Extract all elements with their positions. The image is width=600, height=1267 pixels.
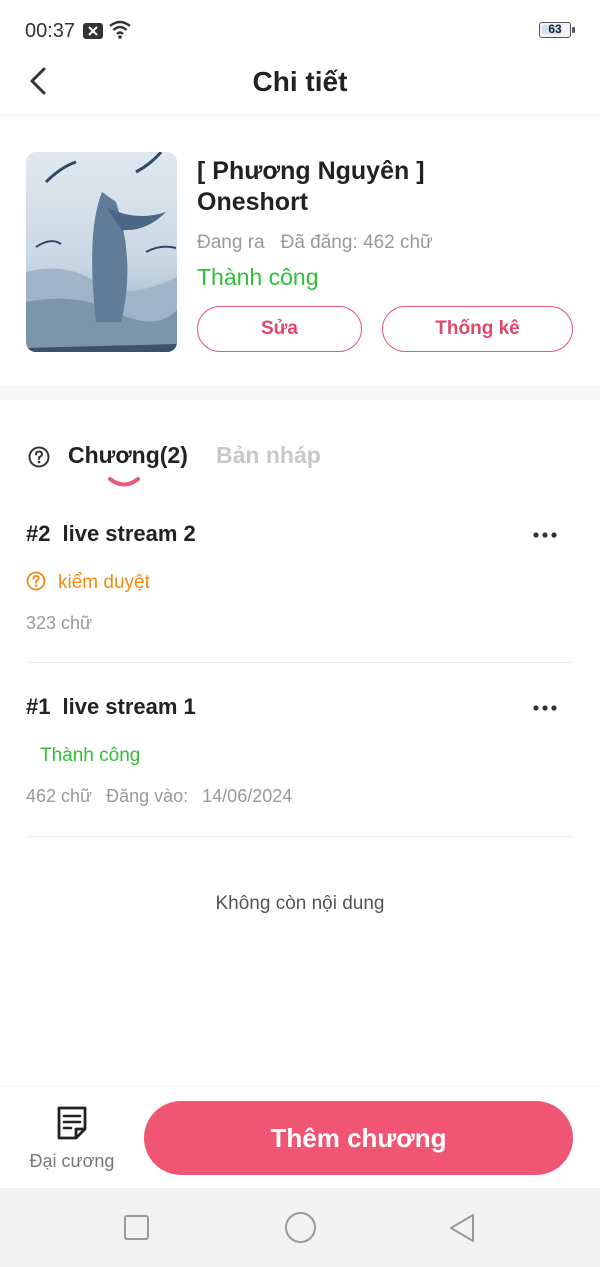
chapter-name: live stream 1 [62,694,196,719]
more-dots-icon [533,705,557,711]
wifi-icon [108,19,132,44]
book-state: Đang ra [197,232,265,253]
book-title-line2: Oneshort [197,188,309,216]
note-document-icon [57,1106,87,1140]
nav-home-icon[interactable] [285,1212,316,1243]
section-divider [0,386,600,400]
battery-level: 63 [548,22,562,36]
book-status: Thành công [197,264,319,290]
chapter-meta: 462 chữ Đăng vào: 14/06/2024 [26,786,292,807]
chapter-more-button[interactable] [528,696,562,720]
more-dots-icon [533,532,557,538]
book-posted-words: Đã đăng: 462 chữ [280,232,433,253]
chapter-status-label: kiểm duyệt [58,572,150,593]
chapter-number: #1 [26,694,51,719]
nav-square-icon[interactable] [124,1215,149,1240]
status-time: 00:37 [25,20,76,42]
tab-chapters[interactable]: Chương(2) [68,442,188,469]
system-nav-bar [0,1188,600,1267]
active-tab-indicator [108,477,140,487]
chapter-more-button[interactable] [528,523,562,547]
chapter-tabs: Chương(2) Bản nháp [0,430,600,490]
chapter-name: live stream 2 [62,521,196,546]
chapter-title: #1 live stream 1 [26,694,196,720]
review-question-icon [26,571,46,591]
app-header: Chi tiết [0,52,600,116]
status-bar: 00:37 63 [0,0,600,60]
chapter-status: kiểm duyệt [26,571,150,594]
chapter-status-label: Thành công [40,745,141,766]
add-chapter-button[interactable]: Thêm chương [144,1101,573,1175]
edit-button[interactable]: Sửa [197,306,362,352]
book-meta: Đang ra Đã đăng: 462 chữ [197,232,433,254]
notification-icon [83,23,103,39]
nav-back-icon[interactable] [447,1212,477,1244]
chapter-posted-label: Đăng vào: [106,786,189,806]
chapter-word-count: 462 chữ [26,786,93,806]
battery-icon: 63 [539,22,575,38]
page-title: Chi tiết [252,66,348,97]
book-card: [ Phương Nguyên ] Oneshort Đang ra Đã đăn… [0,118,600,386]
chapter-meta: 323 chữ [26,613,92,634]
chapter-word-count: 323 chữ [26,613,93,633]
book-cover-image[interactable] [26,152,177,352]
book-title-line1: [ Phương Nguyên ] [197,157,425,185]
outline-button[interactable]: Đại cương [20,1103,124,1177]
bottom-action-bar: Đại cương Thêm chương [0,1086,600,1188]
chapter-posted-date: 14/06/2024 [202,786,293,806]
chapter-item[interactable]: #1 live stream 1 Thành công 462 chữ Đăng v… [26,678,574,837]
outline-label: Đại cương [29,1151,115,1171]
help-circle-icon[interactable] [28,446,50,468]
tab-drafts[interactable]: Bản nháp [216,442,321,469]
end-of-list-text: Không còn nội dung [215,893,385,914]
stats-button[interactable]: Thống kê [382,306,573,352]
chapter-title: #2 live stream 2 [26,521,196,547]
chapter-number: #2 [26,521,51,546]
book-title: [ Phương Nguyên ] Oneshort [197,156,577,218]
chapter-item[interactable]: #2 live stream 2 kiểm duyệt 323 chữ [26,505,574,663]
